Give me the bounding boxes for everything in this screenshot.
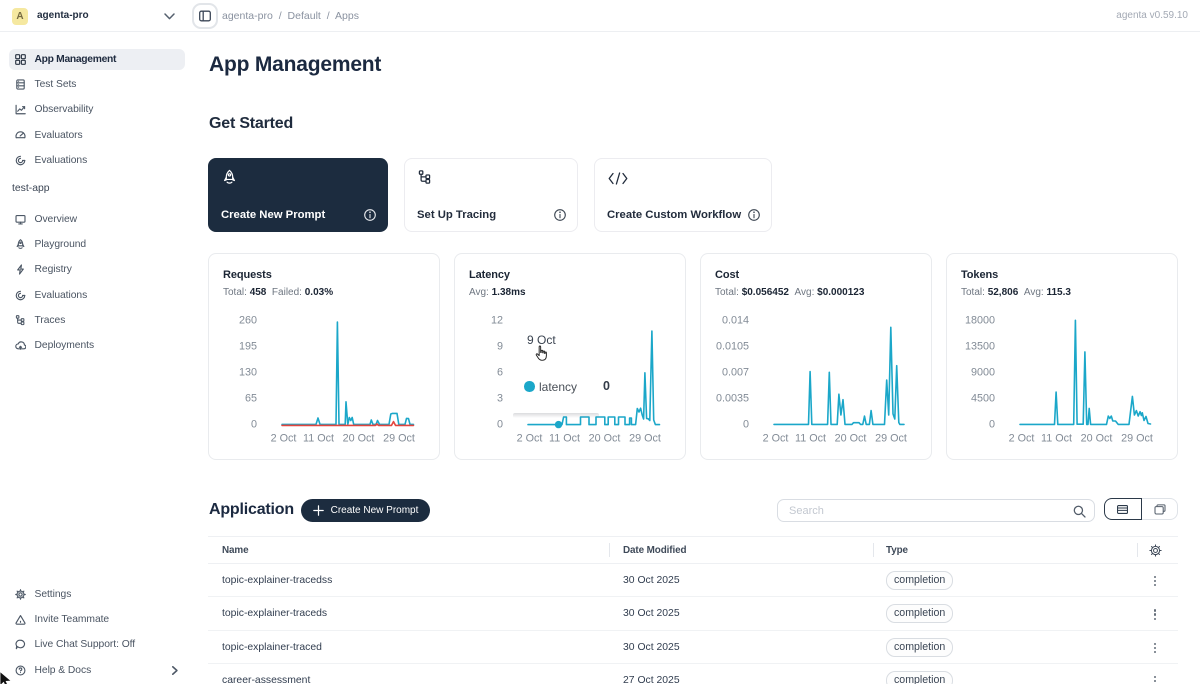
svg-text:29 Oct: 29 Oct	[1121, 433, 1153, 445]
svg-text:0: 0	[251, 419, 257, 431]
svg-text:65: 65	[245, 393, 257, 405]
svg-text:3: 3	[497, 393, 503, 405]
svg-text:260: 260	[239, 315, 257, 327]
svg-text:11 Oct: 11 Oct	[303, 433, 334, 445]
svg-text:12: 12	[491, 315, 503, 327]
svg-text:20 Oct: 20 Oct	[1081, 433, 1113, 445]
svg-text:20 Oct: 20 Oct	[589, 433, 621, 445]
svg-text:0: 0	[497, 419, 503, 431]
svg-text:0.0105: 0.0105	[716, 341, 749, 353]
svg-text:20 Oct: 20 Oct	[835, 433, 867, 445]
svg-text:29 Oct: 29 Oct	[383, 433, 415, 445]
svg-text:0: 0	[743, 419, 749, 431]
svg-text:0: 0	[989, 419, 995, 431]
svg-text:29 Oct: 29 Oct	[629, 433, 661, 445]
svg-text:0.007: 0.007	[722, 367, 749, 379]
svg-text:195: 195	[239, 341, 257, 353]
svg-text:4500: 4500	[971, 393, 995, 405]
svg-text:9: 9	[497, 341, 503, 353]
svg-text:18000: 18000	[965, 315, 995, 327]
svg-text:0.014: 0.014	[722, 315, 749, 327]
svg-text:2 Oct: 2 Oct	[1009, 433, 1035, 445]
svg-text:29 Oct: 29 Oct	[875, 433, 907, 445]
svg-text:2 Oct: 2 Oct	[763, 433, 789, 445]
svg-text:13500: 13500	[965, 341, 995, 353]
svg-text:2 Oct: 2 Oct	[517, 433, 543, 445]
svg-text:11 Oct: 11 Oct	[549, 433, 580, 445]
svg-text:9000: 9000	[971, 367, 995, 379]
svg-text:0.0035: 0.0035	[716, 393, 749, 405]
svg-text:6: 6	[497, 367, 503, 379]
svg-text:2 Oct: 2 Oct	[271, 433, 297, 445]
svg-text:130: 130	[239, 367, 257, 379]
svg-text:11 Oct: 11 Oct	[795, 433, 826, 445]
svg-text:20 Oct: 20 Oct	[343, 433, 375, 445]
svg-text:11 Oct: 11 Oct	[1041, 433, 1072, 445]
